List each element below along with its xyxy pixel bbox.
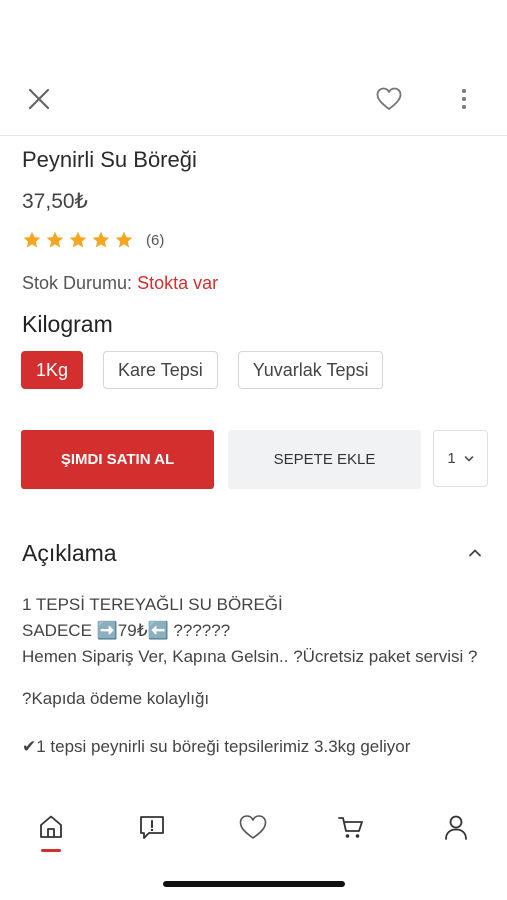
variant-group-title: Kilogram	[22, 311, 113, 337]
home-indicator-bar	[163, 881, 345, 887]
top-bar	[0, 72, 507, 136]
cart-icon[interactable]	[333, 809, 369, 845]
close-icon[interactable]	[26, 86, 52, 112]
description-line: ✔1 tepsi peynirli su böreği tepsilerimiz…	[22, 737, 411, 756]
bottom-tab-bar	[0, 805, 507, 855]
description-line: Hemen Sipariş Ver, Kapına Gelsin.. ?Ücre…	[22, 647, 478, 666]
stock-status: Stok Durumu: Stokta var	[22, 273, 218, 294]
chevron-down-icon	[464, 455, 473, 461]
description-line: 1 TEPSİ TEREYAĞLI SU BÖREĞİ	[22, 595, 283, 614]
stock-value: Stokta var	[137, 273, 219, 293]
description-line: ?Kapıda ödeme kolaylığı	[22, 689, 210, 708]
description-line: SADECE ➡️79₺⬅️ ??????	[22, 621, 231, 640]
active-tab-indicator	[41, 849, 61, 852]
home-icon[interactable]	[33, 809, 69, 845]
message-icon[interactable]	[134, 809, 170, 845]
rating: (6)	[22, 228, 164, 252]
variant-options: 1Kg Kare Tepsi Yuvarlak Tepsi	[21, 351, 384, 389]
variant-option-yuvarlak-tepsi[interactable]: Yuvarlak Tepsi	[237, 351, 384, 389]
stock-label: Stok Durumu:	[22, 273, 133, 293]
quantity-value: 1	[447, 450, 456, 467]
more-vertical-icon[interactable]	[454, 86, 474, 112]
chevron-up-icon	[469, 549, 481, 557]
rating-stars	[22, 230, 134, 250]
description-title: Açıklama	[22, 539, 117, 566]
user-icon[interactable]	[438, 809, 474, 845]
product-price: 37,50₺	[22, 190, 88, 213]
product-title: Peynirli Su Böreği	[22, 147, 197, 172]
quantity-select[interactable]: 1	[433, 430, 488, 487]
star-icon	[115, 231, 133, 248]
description-body: 1 TEPSİ TEREYAĞLI SU BÖREĞİ SADECE ➡️79₺…	[22, 594, 487, 758]
star-icon	[69, 231, 87, 248]
rating-count[interactable]: (6)	[146, 232, 164, 249]
purchase-actions: ŞIMDI SATIN AL SEPETE EKLE 1	[21, 430, 488, 489]
add-to-cart-button[interactable]: SEPETE EKLE	[228, 430, 421, 489]
variant-option-1kg[interactable]: 1Kg	[21, 351, 84, 389]
star-icon	[92, 231, 110, 248]
buy-now-button[interactable]: ŞIMDI SATIN AL	[21, 430, 214, 489]
heart-icon[interactable]	[235, 809, 271, 845]
heart-icon[interactable]	[375, 85, 403, 113]
star-icon	[23, 231, 41, 248]
variant-option-kare-tepsi[interactable]: Kare Tepsi	[103, 351, 218, 389]
description-header[interactable]: Açıklama	[22, 538, 484, 568]
star-icon	[46, 231, 64, 248]
